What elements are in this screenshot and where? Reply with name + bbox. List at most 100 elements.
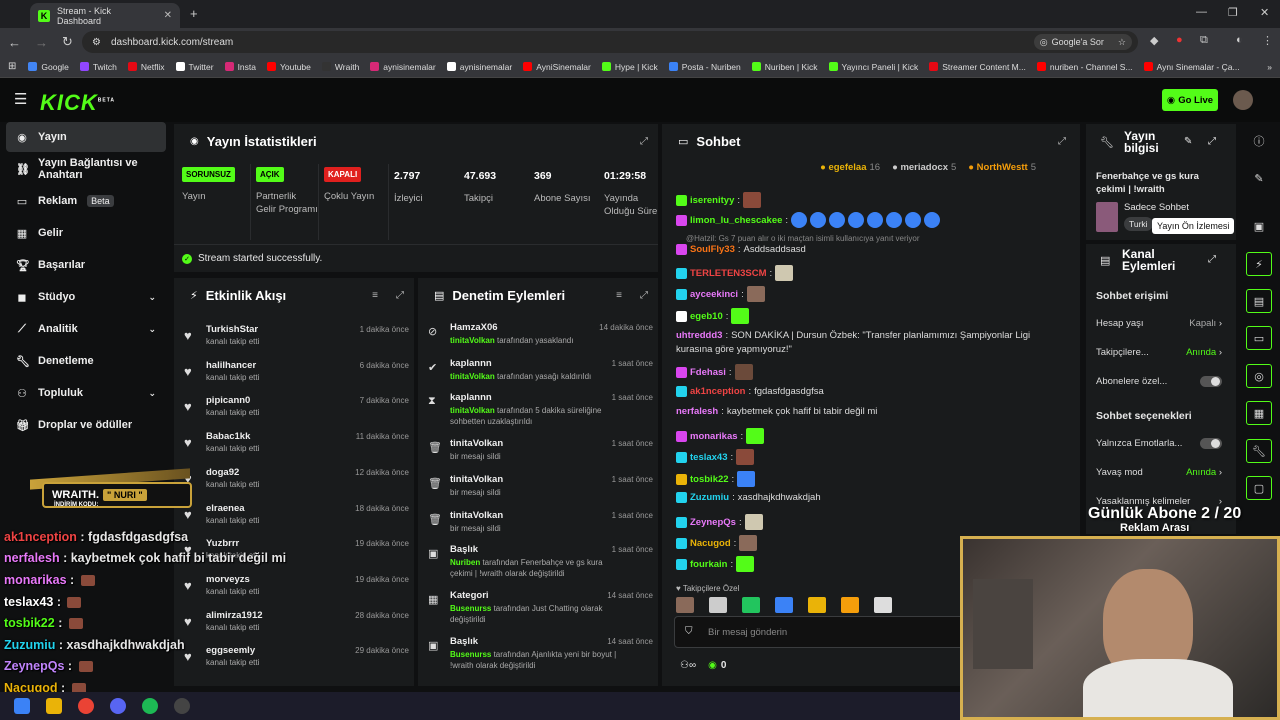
chat-message[interactable]: ayceekinci: [676,286,765,302]
emote-shortcut-icon[interactable] [874,597,892,613]
info-icon[interactable]: ⓘ [1246,129,1272,153]
chat-message[interactable]: ak1nception: fgdasfdgasdgfsa [676,386,824,397]
chat-message[interactable]: fourkain: [676,556,755,572]
chat-input[interactable]: ⛉ Bir mesaj gönderin [674,616,970,648]
expand-icon[interactable]: ⤢ [396,290,404,301]
moderator-name[interactable]: Nuriben [450,558,480,567]
back-icon[interactable]: ← [8,35,21,50]
expand-icon[interactable]: ⤢ [640,136,648,147]
filter-icon[interactable]: ≡ [616,290,622,301]
chat-message[interactable]: monarikas: [676,428,765,444]
chat-message[interactable]: TERLETEN3SCM: [676,265,794,281]
chat-username[interactable]: TERLETEN3SCM [690,268,767,279]
chat-message[interactable]: Nacugod: [676,535,758,551]
go-live-button[interactable]: ◉ Go Live [1162,89,1218,111]
google-ask-button[interactable]: ◎ Google'a Sor ☆ [1033,34,1132,50]
chat-username[interactable]: monarikas [690,431,738,442]
sidebar-item-gelir[interactable]: ▦ Gelir [6,218,166,248]
sidebar-item-analitik[interactable]: ⟋ Analitik ⌄ [6,314,166,344]
emote-shortcut-icon[interactable] [808,597,826,613]
chat-username[interactable]: limon_lu_chescakee [690,215,782,226]
bookmark-item[interactable]: nuriben - Channel S... [1036,62,1133,72]
bookmark-star-icon[interactable]: ☆ [1118,37,1126,48]
list-item[interactable]: ♥ pipicann0 kanalı takip etti 7 dakika önce [184,393,409,427]
list-item[interactable]: ♥doga92kanalı takip etti12 dakika önce [184,465,409,499]
community-icon[interactable]: ⚇∞ [680,660,696,671]
bookmark-item[interactable]: Posta - Nuriben [668,62,741,72]
browser-tab[interactable]: K Stream - Kick Dashboard ✕ [30,3,180,28]
discord-icon[interactable] [110,698,126,714]
channel-setting-row[interactable]: Yavaş mod Anında › [1096,467,1222,478]
extension-icon[interactable]: ◆ [1150,34,1158,47]
wrench-icon[interactable]: 🔧︎ [1246,439,1272,463]
chat-username[interactable]: Zuzumiu [690,492,729,503]
target-icon[interactable]: ◎ [1246,364,1272,388]
edit-icon[interactable]: ✎ [1184,136,1192,147]
chat-message[interactable]: Fdehasi: [676,364,753,380]
list-item[interactable]: ♥ alimirza1912 kanalı takip etti 28 dakika … [184,608,409,642]
chat-message[interactable]: limon_lu_chescakee: [676,212,941,228]
list-item[interactable]: ♥ TurkishStar kanalı takip etti 1 dakika ön… [184,322,409,356]
chat-message[interactable]: kurasına göre yapmıyoruz!" [676,344,792,355]
minimize-icon[interactable]: — [1196,6,1207,18]
emote-shortcut-icon[interactable] [775,597,793,613]
sidebar-item-droplar-ve-d-ller[interactable]: 🎁︎ Droplar ve ödüller [6,410,166,440]
channel-setting-row[interactable]: Abonelere özel... [1096,376,1222,387]
sidebar-item-yay-n[interactable]: ◉ Yayın [6,122,166,152]
steam-icon[interactable] [174,698,190,714]
frame-icon[interactable]: ▢ [1246,476,1272,500]
top-chatter[interactable]: ● NorthWestt 5 [968,162,1036,173]
top-chatter[interactable]: ● egefelaa 16 [820,162,880,173]
apps-grid-icon[interactable]: ⊞ [8,61,16,72]
emote-shortcut-icon[interactable] [742,597,760,613]
channel-setting-row[interactable]: Yalnızca Emotlarla... [1096,438,1222,449]
extension-red-icon[interactable]: ● [1176,34,1183,46]
moderator-name[interactable]: Busenurss [450,604,491,613]
windows-start-icon[interactable] [14,698,30,714]
chat-username[interactable]: tosbik22 [690,474,729,485]
sidebar-item-ba-ar-lar[interactable]: 🏆︎ Başarılar [6,250,166,280]
top-chatter[interactable]: ● meriadocx 5 [892,162,956,173]
emote-shortcut-icon[interactable] [709,597,727,613]
chat-icon[interactable]: ▭ [1246,326,1272,350]
chat-username[interactable]: iserenityy [690,195,734,206]
site-info-icon[interactable]: ⚙ [92,37,101,48]
sidebar-item-st-dyo[interactable]: ◼ Stüdyo ⌄ [6,282,166,312]
maximize-icon[interactable]: ❐ [1228,6,1238,19]
bookmark-item[interactable]: AyniSinemalar [523,62,591,72]
close-tab-icon[interactable]: ✕ [164,10,172,21]
expand-icon[interactable]: ⤢ [1208,136,1216,147]
chat-username[interactable]: egeb10 [690,311,723,322]
sidebar-item-topluluk[interactable]: ⚇ Topluluk ⌄ [6,378,166,408]
lightning-icon[interactable]: ⚡ [1246,252,1272,276]
extensions-puzzle-icon[interactable]: ⧉ [1200,34,1208,47]
hamburger-menu-icon[interactable]: ☰ [14,90,27,108]
chat-message[interactable]: ZeynepQs: [676,514,763,530]
expand-icon[interactable]: ⤢ [1208,254,1216,265]
close-window-icon[interactable]: ✕ [1260,6,1269,19]
sidebar-item-yay-n-ba-lant-s-ve-anahtar-[interactable]: ⛓ Yayın Bağlantısı ve Anahtarı [6,154,166,184]
chat-message[interactable]: tosbik22: [676,471,756,487]
chat-username[interactable]: uhtreddd3 [676,330,722,341]
bookmark-item[interactable]: Streamer Content M... [929,62,1026,72]
moderator-name[interactable]: Busenurss [450,650,491,659]
file-explorer-icon[interactable] [46,698,62,714]
toggle-switch[interactable] [1200,376,1222,387]
chrome-icon[interactable] [78,698,94,714]
bookmark-item[interactable]: Aynı Sinemalar - Ça... [1143,62,1240,72]
menu-dots-icon[interactable]: ⋮ [1262,34,1273,47]
kick-logo[interactable]: KICKBETA [40,90,115,116]
list-item[interactable]: ♥ halilhancer kanalı takip etti 6 dakika ön… [184,358,409,392]
spotify-icon[interactable] [142,698,158,714]
chat-username[interactable]: Nacugod [690,538,731,549]
bookmark-item[interactable]: Nuriben | Kick [751,62,818,72]
chat-message[interactable]: egeb10: [676,308,750,324]
list-item[interactable]: ♥ eggseemly kanalı takip etti 29 dakika önc… [184,643,409,677]
preview-icon[interactable]: ▣ [1246,214,1272,238]
expand-icon[interactable]: ⤢ [1058,136,1066,147]
chat-message[interactable]: uhtreddd3: SON DAKİKA | Dursun Özbek: "Tr… [676,330,1030,341]
emote-shortcut-icon[interactable] [676,597,694,613]
chat-username[interactable]: Fdehasi [690,367,726,378]
sidebar-item-denetleme[interactable]: 🔧︎ Denetleme [6,346,166,376]
chat-username[interactable]: teslax43 [690,452,728,463]
